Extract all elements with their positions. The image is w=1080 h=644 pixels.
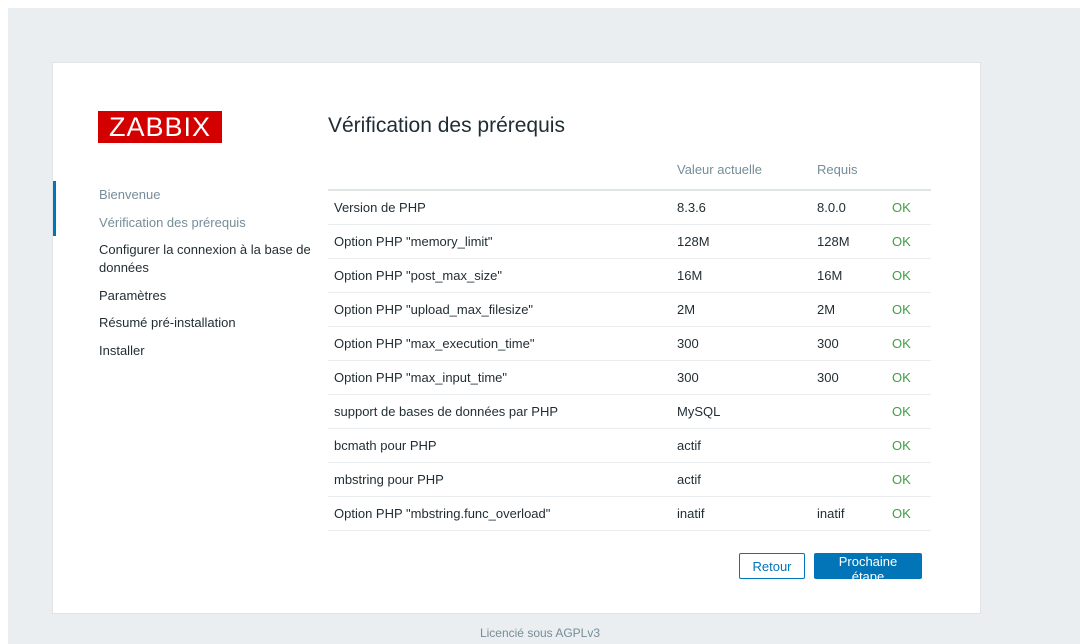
header-status <box>892 155 931 191</box>
row-current: 300 <box>677 360 817 395</box>
page-title: Vérification des prérequis <box>328 114 565 137</box>
row-name: Option PHP "max_input_time" <box>328 360 677 395</box>
row-name: Option PHP "memory_limit" <box>328 224 677 259</box>
row-status: OK <box>892 360 931 395</box>
row-current: actif <box>677 428 817 463</box>
row-name: mbstring pour PHP <box>328 462 677 497</box>
row-required: 300 <box>817 360 892 395</box>
table-row: Option PHP "max_execution_time" 300 300 … <box>328 326 931 361</box>
license-footer: Licencié sous AGPLv3 <box>479 626 601 640</box>
row-name: bcmath pour PHP <box>328 428 677 463</box>
row-name: Version de PHP <box>328 190 677 225</box>
row-current: 2M <box>677 292 817 327</box>
step-install: Installer <box>99 342 145 358</box>
row-current: MySQL <box>677 394 817 429</box>
table-row: Version de PHP 8.3.6 8.0.0 OK <box>328 190 931 225</box>
table-row: support de bases de données par PHP MySQ… <box>328 394 931 429</box>
row-status: OK <box>892 428 931 463</box>
row-required: 300 <box>817 326 892 361</box>
row-status: OK <box>892 326 931 361</box>
row-status: OK <box>892 462 931 497</box>
row-name: Option PHP "post_max_size" <box>328 258 677 293</box>
table-row: Option PHP "mbstring.func_overload" inat… <box>328 496 931 531</box>
row-current: 128M <box>677 224 817 259</box>
header-required: Requis <box>817 155 892 191</box>
row-current: 300 <box>677 326 817 361</box>
table-header-row: Valeur actuelle Requis <box>328 155 931 191</box>
setup-steps-nav: Bienvenue Vérification des prérequis Con… <box>99 186 319 369</box>
table-row: Option PHP "max_input_time" 300 300 OK <box>328 360 931 395</box>
table-row: bcmath pour PHP actif OK <box>328 428 931 463</box>
row-name: Option PHP "max_execution_time" <box>328 326 677 361</box>
step-summary: Résumé pré-installation <box>99 315 236 330</box>
next-step-button[interactable]: Prochaine étape <box>814 553 922 584</box>
row-status: OK <box>892 190 931 225</box>
table-row: Option PHP "upload_max_filesize" 2M 2M O… <box>328 292 931 327</box>
row-name: support de bases de données par PHP <box>328 394 677 429</box>
row-required: 16M <box>817 258 892 293</box>
back-button[interactable]: Retour <box>739 553 805 579</box>
prerequisites-table: Valeur actuelle Requis Version de PHP 8.… <box>328 155 931 531</box>
row-required: inatif <box>817 496 892 531</box>
row-status: OK <box>892 224 931 259</box>
row-status: OK <box>892 292 931 327</box>
row-required: 8.0.0 <box>817 190 892 225</box>
row-status: OK <box>892 394 931 429</box>
row-required <box>817 394 892 429</box>
step-prerequisites: Vérification des prérequis <box>99 214 246 230</box>
table-row: mbstring pour PHP actif OK <box>328 462 931 497</box>
row-required <box>817 428 892 463</box>
row-current: 16M <box>677 258 817 293</box>
zabbix-logo: ZABBIX <box>98 111 222 143</box>
row-required: 128M <box>817 224 892 259</box>
row-status: OK <box>892 496 931 531</box>
table-row: Option PHP "memory_limit" 128M 128M OK <box>328 224 931 259</box>
row-required: 2M <box>817 292 892 327</box>
row-required <box>817 462 892 497</box>
step-welcome: Bienvenue <box>99 187 161 202</box>
row-current: inatif <box>677 496 817 531</box>
row-name: Option PHP "mbstring.func_overload" <box>328 496 677 531</box>
header-current-value: Valeur actuelle <box>677 155 817 191</box>
row-current: 8.3.6 <box>677 190 817 225</box>
header-name <box>328 155 677 191</box>
row-status: OK <box>892 258 931 293</box>
row-name: Option PHP "upload_max_filesize" <box>328 292 677 327</box>
row-current: actif <box>677 462 817 497</box>
step-settings: Paramètres <box>99 287 167 303</box>
table-row: Option PHP "post_max_size" 16M 16M OK <box>328 258 931 293</box>
step-db-connection: Configurer la connexion à la base de don… <box>99 242 311 275</box>
current-step-marker <box>53 181 56 236</box>
